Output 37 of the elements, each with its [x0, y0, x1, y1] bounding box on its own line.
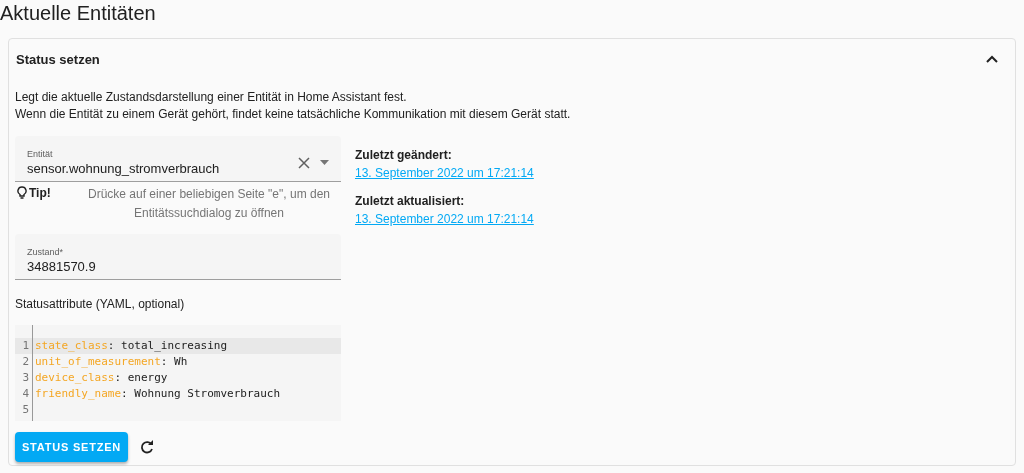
yaml-key: device_class: [35, 371, 115, 384]
refresh-icon[interactable]: [140, 440, 154, 454]
yaml-separator: :: [160, 355, 168, 368]
attributes-label: Statusattribute (YAML, optional): [15, 297, 186, 311]
entity-field[interactable]: Entität sensor.wohnung_stromverbrauch: [15, 136, 341, 182]
close-icon[interactable]: [298, 156, 310, 169]
field-value: sensor.wohnung_stromverbrauch: [27, 161, 221, 176]
yaml-value: Wohnung Stromverbrauch: [134, 387, 281, 400]
info-label: Zuletzt geändert:: [355, 147, 453, 163]
lightbulb-icon: [17, 186, 27, 200]
yaml-separator: :: [121, 387, 128, 400]
page-title: Aktuelle Entitäten: [0, 1, 157, 26]
yaml-key: unit_of_measurement: [35, 355, 161, 368]
line-number: 4: [15, 386, 33, 402]
line-number: 5: [15, 402, 33, 421]
code-editor[interactable]: 1 state_class: total_increasing 2 unit_of_measurement: Wh 3 device_class: energy 4 friendly_name: Wohnung Stromverbrauch 5: [15, 325, 341, 421]
line-number: 1: [15, 338, 33, 354]
line-number: 3: [15, 370, 33, 386]
yaml-value: Wh: [174, 355, 188, 368]
yaml-separator: :: [107, 339, 115, 352]
state-field[interactable]: Zustand* 34881570.9: [15, 234, 341, 280]
yaml-value: energy: [127, 371, 168, 384]
info-label: Zuletzt aktualisiert:: [355, 193, 466, 209]
field-label: Entität: [27, 149, 54, 159]
field-label: Zustand*: [27, 247, 65, 257]
tip-text: Drücke auf einer beliebigen Seite "e", um den Entitätssuchdialog zu öffnen: [87, 186, 331, 222]
description: Legt die aktuelle Zustandsdarstellung einer Entität in Home Assistant fest. Wenn die Entität zu einem Gerät gehört, findet keine tatsächliche Kommunikation mit diesem Gerät statt.: [15, 89, 572, 123]
tip-label: Tip!: [29, 186, 51, 200]
yaml-value: total_increasing: [121, 339, 228, 352]
dropdown-caret-icon[interactable]: [320, 160, 329, 165]
card-title[interactable]: Status setzen: [16, 51, 985, 67]
yaml-key: state_class: [35, 339, 108, 352]
yaml-key: friendly_name: [35, 387, 122, 400]
field-value: 34881570.9: [27, 259, 97, 274]
chevron-icon[interactable]: [985, 53, 999, 65]
line-number: 2: [15, 354, 33, 370]
yaml-separator: :: [114, 371, 122, 384]
